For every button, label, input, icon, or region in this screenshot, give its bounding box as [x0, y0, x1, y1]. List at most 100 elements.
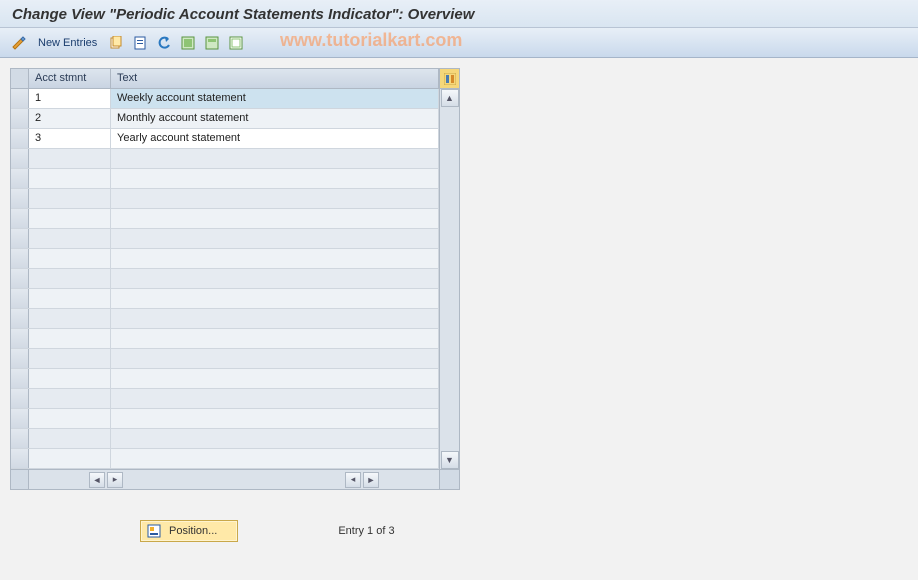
row-selector[interactable]: [11, 429, 29, 448]
cell-empty: [29, 349, 111, 368]
table-row-empty: [11, 369, 439, 389]
row-selector[interactable]: [11, 389, 29, 408]
configure-columns-icon[interactable]: [439, 69, 459, 88]
cell-text[interactable]: Monthly account statement: [111, 109, 439, 128]
table-row[interactable]: 3Yearly account statement: [11, 129, 439, 149]
cell-empty: [111, 149, 439, 168]
cell-empty: [111, 429, 439, 448]
row-selector[interactable]: [11, 329, 29, 348]
table-row-empty: [11, 169, 439, 189]
scroll-up-icon[interactable]: ▲: [441, 89, 459, 107]
page-title: Change View "Periodic Account Statements…: [0, 0, 918, 28]
cell-text[interactable]: Weekly account statement: [111, 89, 439, 108]
column-header-text[interactable]: Text: [111, 69, 439, 88]
cell-acct[interactable]: 2: [29, 109, 111, 128]
row-selector[interactable]: [11, 169, 29, 188]
cell-empty: [29, 409, 111, 428]
row-selector[interactable]: [11, 409, 29, 428]
cell-empty: [29, 309, 111, 328]
data-grid: Acct stmnt Text 1Weekly account statemen…: [10, 68, 460, 490]
undo-icon[interactable]: [155, 34, 173, 52]
row-selector[interactable]: [11, 249, 29, 268]
vertical-scrollbar[interactable]: ▲ ▼: [439, 89, 459, 469]
cell-empty: [111, 329, 439, 348]
toolbar: New Entries www.tutorialkart.com: [0, 28, 918, 58]
table-row-empty: [11, 149, 439, 169]
scroll-down-icon[interactable]: ▼: [441, 451, 459, 469]
select-block-icon[interactable]: [203, 34, 221, 52]
row-selector[interactable]: [11, 89, 29, 108]
horizontal-scrollbar[interactable]: ◄ ▸ ◂ ►: [11, 469, 459, 489]
cell-empty: [29, 329, 111, 348]
cell-acct[interactable]: 1: [29, 89, 111, 108]
grid-rows: 1Weekly account statement2Monthly accoun…: [11, 89, 439, 469]
table-row-empty: [11, 429, 439, 449]
row-selector[interactable]: [11, 129, 29, 148]
cell-empty: [29, 449, 111, 468]
cell-empty: [29, 229, 111, 248]
grid-header: Acct stmnt Text: [11, 69, 459, 89]
table-row-empty: [11, 189, 439, 209]
cell-empty: [29, 289, 111, 308]
table-row-empty: [11, 329, 439, 349]
cell-empty: [29, 369, 111, 388]
cell-empty: [29, 209, 111, 228]
scroll-left-icon[interactable]: ◄: [89, 472, 105, 488]
cell-empty: [111, 169, 439, 188]
table-row[interactable]: 2Monthly account statement: [11, 109, 439, 129]
watermark-text: www.tutorialkart.com: [280, 30, 462, 51]
row-selector[interactable]: [11, 309, 29, 328]
row-selector[interactable]: [11, 369, 29, 388]
cell-empty: [111, 389, 439, 408]
entry-status: Entry 1 of 3: [338, 525, 394, 537]
scroll-right2-icon[interactable]: ◂: [345, 472, 361, 488]
table-row-empty: [11, 349, 439, 369]
new-entries-button[interactable]: New Entries: [34, 35, 101, 51]
row-selector[interactable]: [11, 349, 29, 368]
cell-empty: [29, 429, 111, 448]
row-selector[interactable]: [11, 449, 29, 468]
delete-icon[interactable]: [131, 34, 149, 52]
table-row-empty: [11, 289, 439, 309]
cell-empty: [111, 209, 439, 228]
cell-text[interactable]: Yearly account statement: [111, 129, 439, 148]
deselect-all-icon[interactable]: [227, 34, 245, 52]
cell-empty: [111, 369, 439, 388]
row-selector[interactable]: [11, 109, 29, 128]
row-selector[interactable]: [11, 289, 29, 308]
scroll-right-icon[interactable]: ►: [363, 472, 379, 488]
table-row-empty: [11, 389, 439, 409]
toggle-edit-icon[interactable]: [10, 34, 28, 52]
cell-empty: [111, 269, 439, 288]
copy-icon[interactable]: [107, 34, 125, 52]
table-row-empty: [11, 449, 439, 469]
row-selector[interactable]: [11, 229, 29, 248]
row-selector[interactable]: [11, 269, 29, 288]
cell-empty: [111, 309, 439, 328]
cell-empty: [111, 449, 439, 468]
row-selector[interactable]: [11, 189, 29, 208]
column-header-acct[interactable]: Acct stmnt: [29, 69, 111, 88]
cell-acct[interactable]: 3: [29, 129, 111, 148]
content-area: Acct stmnt Text 1Weekly account statemen…: [0, 58, 918, 552]
table-row[interactable]: 1Weekly account statement: [11, 89, 439, 109]
table-row-empty: [11, 269, 439, 289]
cell-empty: [29, 269, 111, 288]
select-all-icon[interactable]: [179, 34, 197, 52]
cell-empty: [111, 409, 439, 428]
cell-empty: [111, 349, 439, 368]
row-selector-header[interactable]: [11, 69, 29, 88]
cell-empty: [111, 289, 439, 308]
position-button[interactable]: Position...: [140, 520, 238, 542]
cell-empty: [111, 229, 439, 248]
cell-empty: [111, 249, 439, 268]
row-selector[interactable]: [11, 209, 29, 228]
table-row-empty: [11, 309, 439, 329]
cell-empty: [29, 389, 111, 408]
table-row-empty: [11, 209, 439, 229]
scroll-left2-icon[interactable]: ▸: [107, 472, 123, 488]
cell-empty: [29, 189, 111, 208]
footer: Position... Entry 1 of 3: [10, 520, 908, 542]
row-selector[interactable]: [11, 149, 29, 168]
cell-empty: [29, 249, 111, 268]
